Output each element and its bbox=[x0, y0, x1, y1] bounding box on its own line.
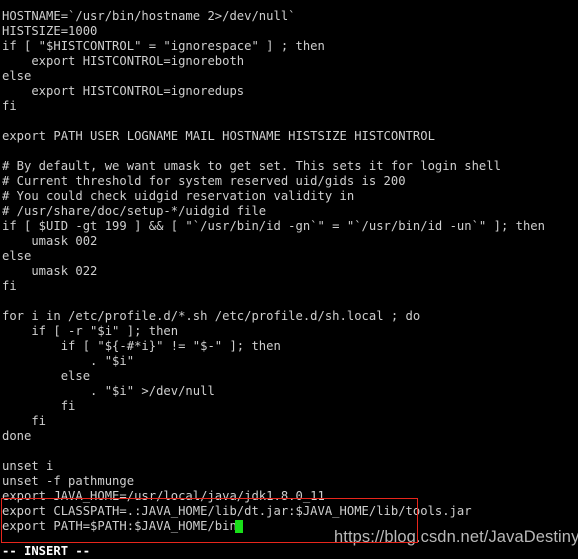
editor-line: umask 022 bbox=[2, 264, 98, 278]
editor-line: else bbox=[2, 369, 91, 383]
editor-line: fi bbox=[2, 99, 17, 113]
editor-line: if [ "${-#*i}" != "$-" ]; then bbox=[2, 339, 281, 353]
editor-line: export JAVA_HOME=/usr/local/java/jdk1.8.… bbox=[2, 489, 325, 503]
editor-line: if [ -r "$i" ]; then bbox=[2, 324, 179, 338]
editor-line: umask 002 bbox=[2, 234, 98, 248]
editor-line: export CLASSPATH=.:JAVA_HOME/lib/dt.jar:… bbox=[2, 504, 472, 518]
editor-line: unset -f pathmunge bbox=[2, 474, 135, 488]
editor-line: HOSTNAME=`/usr/bin/hostname 2>/dev/null` bbox=[2, 9, 296, 23]
editor-line: export HISTCONTROL=ignoreboth bbox=[2, 54, 245, 68]
editor-line: # /usr/share/doc/setup-*/uidgid file bbox=[2, 204, 267, 218]
editor-line: unset i bbox=[2, 459, 54, 473]
editor-line: # You could check uidgid reservation val… bbox=[2, 189, 355, 203]
editor-line: export HISTCONTROL=ignoredups bbox=[2, 84, 245, 98]
vi-status-line-insert-mode: -- INSERT -- bbox=[2, 544, 91, 558]
editor-line: . "$i" >/dev/null bbox=[2, 384, 215, 398]
editor-line: for i in /etc/profile.d/*.sh /etc/profil… bbox=[2, 309, 421, 323]
editor-line: fi bbox=[2, 414, 47, 428]
editor-line: else bbox=[2, 249, 32, 263]
editor-line: if [ $UID -gt 199 ] && [ "`/usr/bin/id -… bbox=[2, 219, 545, 233]
terminal-screen[interactable]: HOSTNAME=`/usr/bin/hostname 2>/dev/null`… bbox=[0, 0, 578, 559]
editor-line: if [ "$HISTCONTROL" = "ignorespace" ] ; … bbox=[2, 39, 325, 53]
editor-line: # Current threshold for system reserved … bbox=[2, 174, 406, 188]
editor-line: # By default, we want umask to get set. … bbox=[2, 159, 501, 173]
editor-line: done bbox=[2, 429, 32, 443]
text-cursor-block bbox=[235, 520, 244, 533]
editor-lines: HOSTNAME=`/usr/bin/hostname 2>/dev/null`… bbox=[0, 9, 578, 534]
editor-line: HISTSIZE=1000 bbox=[2, 24, 98, 38]
editor-line: fi bbox=[2, 399, 76, 413]
vi-editor-text-area[interactable]: HOSTNAME=`/usr/bin/hostname 2>/dev/null`… bbox=[0, 0, 578, 543]
editor-line: . "$i" bbox=[2, 354, 135, 368]
editor-line: export PATH USER LOGNAME MAIL HOSTNAME H… bbox=[2, 129, 435, 143]
editor-line: else bbox=[2, 69, 32, 83]
editor-line: fi bbox=[2, 279, 17, 293]
